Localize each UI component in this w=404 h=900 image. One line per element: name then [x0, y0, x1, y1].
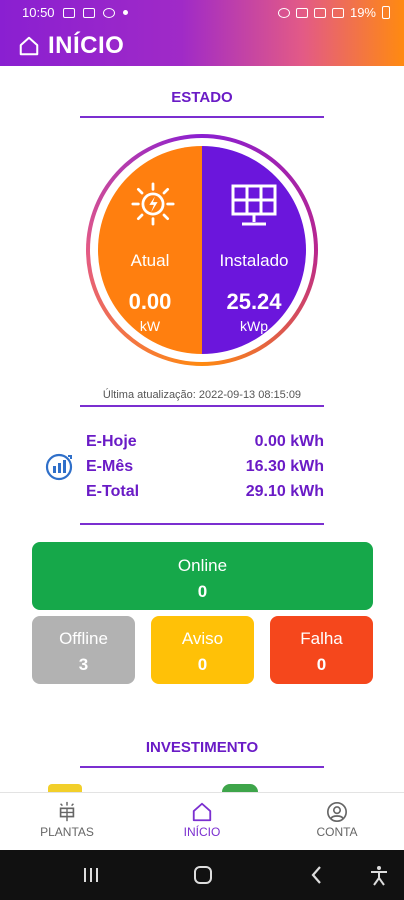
nav-plantas[interactable]: PLANTAS — [0, 793, 134, 851]
online-count: 0 — [197, 582, 208, 601]
offline-card[interactable]: Offline 3 — [32, 616, 135, 684]
e-total-value: 29.10 kWh — [245, 483, 324, 500]
gallery-icon — [62, 7, 75, 18]
plant-icon — [59, 801, 75, 822]
atual-value: 0.00 — [128, 289, 172, 314]
online-card[interactable]: Online 0 — [32, 542, 373, 610]
instalado-half: Instalado 25.24 kWp — [202, 146, 306, 354]
e-total-label: E-Total — [86, 483, 140, 500]
account-icon — [327, 802, 347, 822]
instalado-label: Instalado — [219, 251, 289, 270]
status-time: 10:50 — [22, 5, 55, 20]
atual-half: Atual 0.00 kW — [98, 146, 202, 354]
power-gauge: Atual 0.00 kW Instalado 25.24 kWp — [86, 134, 318, 366]
wifi-icon — [313, 7, 326, 18]
battery-icon — [382, 6, 390, 19]
home-icon — [19, 36, 39, 56]
falha-card[interactable]: Falha 0 — [270, 616, 373, 684]
e-hoje-label: E-Hoje — [86, 433, 137, 450]
bottom-navigation: PLANTAS INÍCIO CONTA — [0, 792, 404, 850]
offline-label: Offline — [59, 629, 108, 648]
atual-unit: kW — [139, 318, 161, 334]
app-bar: INÍCIO — [0, 26, 404, 66]
battery-level: 19% — [349, 5, 376, 20]
falha-label: Falha — [300, 629, 343, 648]
solar-panel-icon — [231, 184, 277, 226]
instalado-unit: kWp — [240, 318, 268, 334]
home-button-icon[interactable] — [192, 864, 214, 886]
recent-apps-icon[interactable] — [80, 864, 102, 886]
atual-label: Atual — [130, 251, 170, 270]
online-label: Online — [177, 556, 228, 575]
signal-icon — [331, 7, 344, 18]
home-icon — [192, 802, 212, 822]
energy-chart-icon — [45, 453, 73, 481]
mute-icon — [295, 7, 308, 18]
estado-title: ESTADO — [171, 89, 233, 106]
back-icon[interactable] — [306, 864, 328, 886]
offline-count: 3 — [78, 655, 89, 674]
investment-leaf-icon — [222, 784, 258, 792]
investment-money-icon — [48, 784, 82, 792]
falha-count: 0 — [316, 655, 327, 674]
investimento-title: INVESTIMENTO — [145, 739, 259, 756]
e-mes-value: 16.30 kWh — [245, 458, 324, 475]
sun-icon — [131, 182, 175, 226]
alarm-icon — [277, 7, 290, 18]
last-update-text: Última atualização: 2022-09-13 08:15:09 — [102, 389, 302, 401]
notification-icon — [82, 7, 95, 18]
e-mes-label: E-Mês — [86, 458, 134, 475]
energy-divider — [80, 523, 324, 525]
estado-divider — [80, 116, 324, 118]
aviso-label: Aviso — [181, 629, 224, 648]
nav-conta[interactable]: CONTA — [270, 793, 404, 851]
nav-plantas-label: PLANTAS — [40, 825, 94, 839]
aviso-card[interactable]: Aviso 0 — [151, 616, 254, 684]
update-divider — [80, 405, 324, 407]
system-navigation-bar — [0, 850, 404, 900]
aviso-count: 0 — [197, 655, 208, 674]
page-title: INÍCIO — [48, 32, 125, 59]
more-notifications-icon — [122, 10, 128, 15]
nav-conta-label: CONTA — [316, 825, 358, 839]
nav-inicio[interactable]: INÍCIO — [135, 793, 269, 851]
power-gauge-core: Atual 0.00 kW Instalado 25.24 kWp — [98, 146, 306, 354]
investimento-divider — [80, 766, 324, 768]
app-notification-icon — [102, 7, 115, 18]
nav-inicio-label: INÍCIO — [183, 825, 221, 839]
status-bar: 10:50 19% — [0, 0, 404, 26]
e-hoje-value: 0.00 kWh — [254, 433, 324, 450]
accessibility-icon[interactable] — [368, 864, 390, 886]
instalado-value: 25.24 — [226, 289, 282, 314]
